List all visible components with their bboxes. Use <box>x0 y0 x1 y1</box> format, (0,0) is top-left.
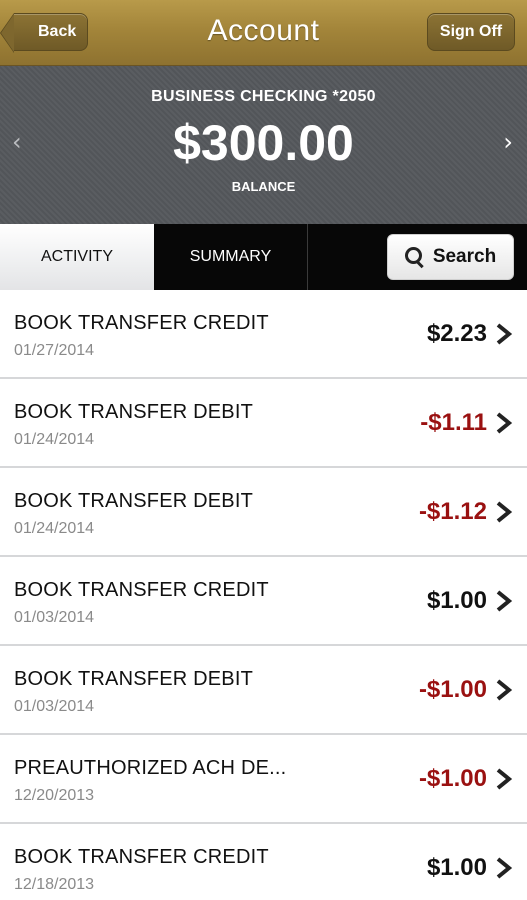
tab-activity-label: ACTIVITY <box>40 248 113 265</box>
search-button[interactable]: Search <box>387 234 514 280</box>
transaction-row[interactable]: BOOK TRANSFER CREDIT 01/03/2014 $1.00 <box>0 557 527 646</box>
chevron-right-icon <box>496 590 513 612</box>
transaction-date: 01/03/2014 <box>14 698 95 715</box>
app-header: Back Account Sign Off <box>0 0 527 66</box>
transaction-date: 01/27/2014 <box>14 342 95 359</box>
chevron-right-icon <box>496 768 513 790</box>
transaction-description: PREAUTHORIZED ACH DE... <box>14 757 287 779</box>
sign-off-button[interactable]: Sign Off <box>427 13 515 51</box>
chevron-right-icon <box>496 412 513 434</box>
transaction-row[interactable]: BOOK TRANSFER CREDIT 01/27/2014 $2.23 <box>0 290 527 379</box>
transaction-description: BOOK TRANSFER CREDIT <box>14 579 269 601</box>
transaction-row[interactable]: BOOK TRANSFER CREDIT 12/18/2013 $1.00 <box>0 824 527 900</box>
transaction-description: BOOK TRANSFER DEBIT <box>14 401 254 423</box>
transaction-row[interactable]: BOOK TRANSFER DEBIT 01/03/2014 -$1.00 <box>0 646 527 735</box>
transaction-description: BOOK TRANSFER CREDIT <box>14 846 269 868</box>
account-name: BUSINESS CHECKING *2050 <box>151 88 376 105</box>
transaction-description: BOOK TRANSFER CREDIT <box>14 312 269 334</box>
transaction-date: 12/18/2013 <box>14 876 95 893</box>
balance-amount: $300.00 <box>173 115 354 171</box>
transaction-list: BOOK TRANSFER CREDIT 01/27/2014 $2.23 BOOK … <box>0 290 527 900</box>
transaction-row[interactable]: BOOK TRANSFER DEBIT 01/24/2014 -$1.11 <box>0 379 527 468</box>
tab-bar: ACTIVITY SUMMARY Search <box>0 224 527 290</box>
transaction-amount: -$1.00 <box>418 765 487 792</box>
transaction-row[interactable]: PREAUTHORIZED ACH DE... 12/20/2013 -$1.00 <box>0 735 527 824</box>
next-account-icon[interactable]: › <box>503 128 513 156</box>
tab-summary-label: SUMMARY <box>189 248 272 265</box>
chevron-right-icon <box>496 857 513 879</box>
tab-summary[interactable]: SUMMARY <box>154 224 308 290</box>
sign-off-label: Sign Off <box>439 23 503 40</box>
chevron-right-icon <box>496 501 513 523</box>
transaction-amount: -$1.11 <box>420 409 487 436</box>
transaction-amount: $2.23 <box>426 320 487 347</box>
transaction-date: 01/03/2014 <box>14 609 95 626</box>
transaction-description: BOOK TRANSFER DEBIT <box>14 490 254 512</box>
transaction-row[interactable]: BOOK TRANSFER DEBIT 01/24/2014 -$1.12 <box>0 468 527 557</box>
transaction-description: BOOK TRANSFER DEBIT <box>14 668 254 690</box>
search-icon <box>404 247 425 267</box>
balance-panel: ‹ BUSINESS CHECKING *2050 $300.00 BALANC… <box>0 66 527 224</box>
transaction-date: 01/24/2014 <box>14 431 95 448</box>
balance-label: BALANCE <box>231 179 296 194</box>
transaction-amount: $1.00 <box>426 854 487 881</box>
transaction-date: 12/20/2013 <box>14 787 95 804</box>
chevron-right-icon <box>496 323 513 345</box>
transaction-amount: -$1.00 <box>418 676 487 703</box>
transaction-date: 01/24/2014 <box>14 520 95 537</box>
tab-activity[interactable]: ACTIVITY <box>0 224 154 290</box>
chevron-right-icon <box>496 679 513 701</box>
transaction-amount: $1.00 <box>426 587 487 614</box>
transaction-amount: -$1.12 <box>418 498 487 525</box>
search-button-label: Search <box>432 246 497 267</box>
